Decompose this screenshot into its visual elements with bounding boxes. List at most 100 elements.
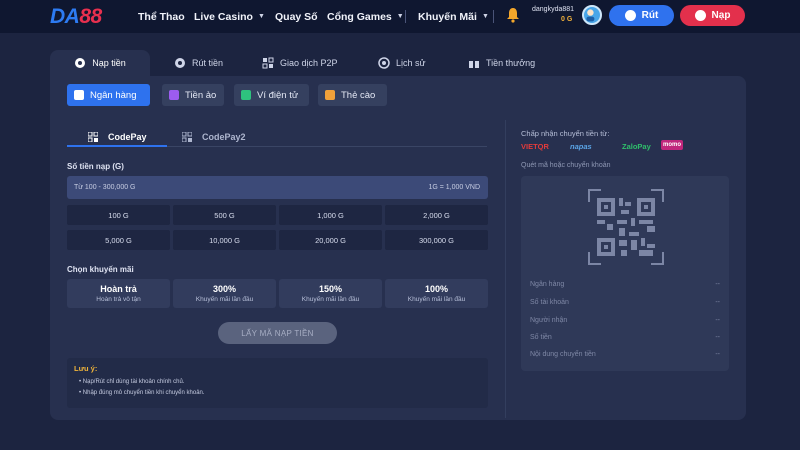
crypto-icon xyxy=(169,90,179,100)
deposit-label: Nạp xyxy=(711,10,731,21)
withdraw-tab-icon xyxy=(175,58,185,68)
codepay-active-indicator xyxy=(67,145,167,147)
method-vi-dien-tu[interactable]: Ví điện tử xyxy=(234,84,309,106)
chevron-down-icon: ▼ xyxy=(481,13,489,20)
exchange-rate: 1G = 1,000 VND xyxy=(428,184,480,191)
promo-title: 300% xyxy=(212,284,237,294)
nav-label: Live Casino xyxy=(194,10,253,23)
method-label: Ví điện tử xyxy=(257,89,299,101)
nav-khuyen-mai[interactable]: Khuyến Mãi ▼ xyxy=(418,0,489,33)
nav-the-thao[interactable]: Thể Thao xyxy=(138,0,185,33)
promo-option[interactable]: 300% Khuyến mãi lần đầu xyxy=(173,279,276,308)
amount-option[interactable]: 2,000 G xyxy=(385,205,488,225)
nav-label: Khuyến Mãi xyxy=(418,10,477,23)
amount-option[interactable]: 300,000 G xyxy=(385,230,488,250)
detail-label: Người nhận xyxy=(530,317,568,324)
nav-cong-games[interactable]: Cổng Games ▼ xyxy=(327,0,404,33)
promo-subtitle: Khuyến mãi lần đầu xyxy=(407,296,466,303)
tab-label: Giao dịch P2P xyxy=(280,58,338,68)
promo-option[interactable]: 150% Khuyến mãi lần đầu xyxy=(279,279,382,308)
detail-value: -- xyxy=(715,299,720,306)
withdraw-button[interactable]: Rút xyxy=(609,5,674,26)
tab-rut-tien[interactable]: Rút tiền xyxy=(174,50,223,76)
amount-option[interactable]: 1,000 G xyxy=(279,205,382,225)
promo-label: Chọn khuyến mãi xyxy=(67,265,134,274)
method-label: Thẻ cào xyxy=(341,89,376,101)
promo-option[interactable]: 100% Khuyến mãi lần đầu xyxy=(385,279,488,308)
qr-small-icon xyxy=(88,132,98,142)
detail-row-account: Số tài khoản -- xyxy=(530,299,720,306)
promo-subtitle: Khuyến mãi lần đầu xyxy=(301,296,360,303)
p2p-icon xyxy=(262,57,274,69)
nav-label: Cổng Games xyxy=(327,10,392,23)
detail-value: -- xyxy=(715,281,720,288)
amount-option[interactable]: 10,000 G xyxy=(173,230,276,250)
detail-row-bank: Ngân hàng -- xyxy=(530,281,720,288)
column-divider xyxy=(505,120,506,418)
promo-option[interactable]: Hoàn trả Hoàn trả vô tận xyxy=(67,279,170,308)
avatar-face-icon xyxy=(586,9,595,22)
bell-icon[interactable] xyxy=(506,7,520,23)
zalopay-logo: ZaloPay xyxy=(622,142,651,151)
promo-title: 150% xyxy=(318,284,343,294)
chevron-down-icon: ▼ xyxy=(257,13,265,20)
codepay-label: CodePay2 xyxy=(202,132,246,142)
method-label: Ngân hàng xyxy=(90,89,137,101)
scratch-card-icon xyxy=(325,90,335,100)
note-line: • Nạp/Rút chỉ dùng tài khoản chính chủ. xyxy=(79,379,185,385)
brand-logo-part1: DA xyxy=(50,5,80,28)
promo-subtitle: Khuyến mãi lần đầu xyxy=(195,296,254,303)
promo-title: Hoàn trả xyxy=(100,284,137,294)
nav-live-casino[interactable]: Live Casino ▼ xyxy=(194,0,265,33)
deposit-tab-icon xyxy=(75,58,86,68)
nav-label: Thể Thao xyxy=(138,10,185,23)
tab-tien-thuong[interactable]: Tiền thưởng xyxy=(468,50,535,76)
method-ngan-hang[interactable]: Ngân hàng xyxy=(67,84,150,106)
amount-option[interactable]: 500 G xyxy=(173,205,276,225)
method-tien-ao[interactable]: Tiền ảo xyxy=(162,84,224,106)
bank-icon xyxy=(74,90,84,100)
user-balance: 0 G xyxy=(561,16,573,23)
detail-row-receiver: Người nhận -- xyxy=(530,317,720,324)
tab-lich-su[interactable]: Lịch sử xyxy=(378,50,426,76)
detail-label: Số tài khoản xyxy=(530,299,569,306)
nav-quay-so[interactable]: Quay Số xyxy=(275,0,318,33)
amount-option[interactable]: 20,000 G xyxy=(279,230,382,250)
scan-label: Quét mã hoặc chuyển khoản xyxy=(521,162,611,169)
amount-input[interactable]: Từ 100 - 300,000 G 1G = 1,000 VND xyxy=(67,176,488,199)
history-icon xyxy=(378,57,390,69)
brand-logo[interactable]: DA88 xyxy=(50,5,102,29)
tab-codepay2[interactable]: CodePay2 xyxy=(182,130,246,144)
tab-label: Nạp tiền xyxy=(92,58,126,68)
avatar[interactable] xyxy=(582,5,602,25)
detail-label: Số tiền xyxy=(530,334,552,341)
tab-codepay[interactable]: CodePay xyxy=(88,130,147,144)
get-deposit-code-button[interactable]: LẤY MÃ NẠP TIỀN xyxy=(218,322,337,344)
note-line-text: Nạp/Rút chỉ dùng tài khoản chính chủ. xyxy=(82,379,185,385)
detail-row-amount: Số tiền -- xyxy=(530,334,720,341)
detail-label: Nội dung chuyển tiền xyxy=(530,351,596,358)
username: dangkyda881 xyxy=(532,6,575,13)
method-the-cao[interactable]: Thẻ cào xyxy=(318,84,387,106)
note-box: Lưu ý: • Nạp/Rút chỉ dùng tài khoản chín… xyxy=(67,358,488,408)
codepay-label: CodePay xyxy=(108,132,147,142)
detail-value: -- xyxy=(715,351,720,358)
amount-placeholder: Từ 100 - 300,000 G xyxy=(74,184,136,191)
detail-label: Ngân hàng xyxy=(530,281,565,288)
deposit-icon xyxy=(694,10,706,21)
note-line-text: Nhập đúng mô chuyển tiền khi chuyển khoả… xyxy=(82,390,205,396)
tab-giao-dich-p2p[interactable]: Giao dịch P2P xyxy=(262,50,338,76)
promo-title: 100% xyxy=(424,284,449,294)
tab-nap-tien[interactable]: Nạp tiền xyxy=(50,50,150,76)
wallet-icon xyxy=(241,90,251,100)
tab-label: Tiền thưởng xyxy=(486,58,536,68)
deposit-button[interactable]: Nạp xyxy=(680,5,745,26)
amount-option[interactable]: 5,000 G xyxy=(67,230,170,250)
amount-label: Số tiền nạp (G) xyxy=(67,162,124,171)
vietqr-logo: VIETQR xyxy=(521,142,549,151)
chevron-down-icon: ▼ xyxy=(396,13,404,20)
amount-option[interactable]: 100 G xyxy=(67,205,170,225)
note-title: Lưu ý: xyxy=(74,364,98,373)
withdraw-icon xyxy=(624,10,636,21)
detail-value: -- xyxy=(715,317,720,324)
